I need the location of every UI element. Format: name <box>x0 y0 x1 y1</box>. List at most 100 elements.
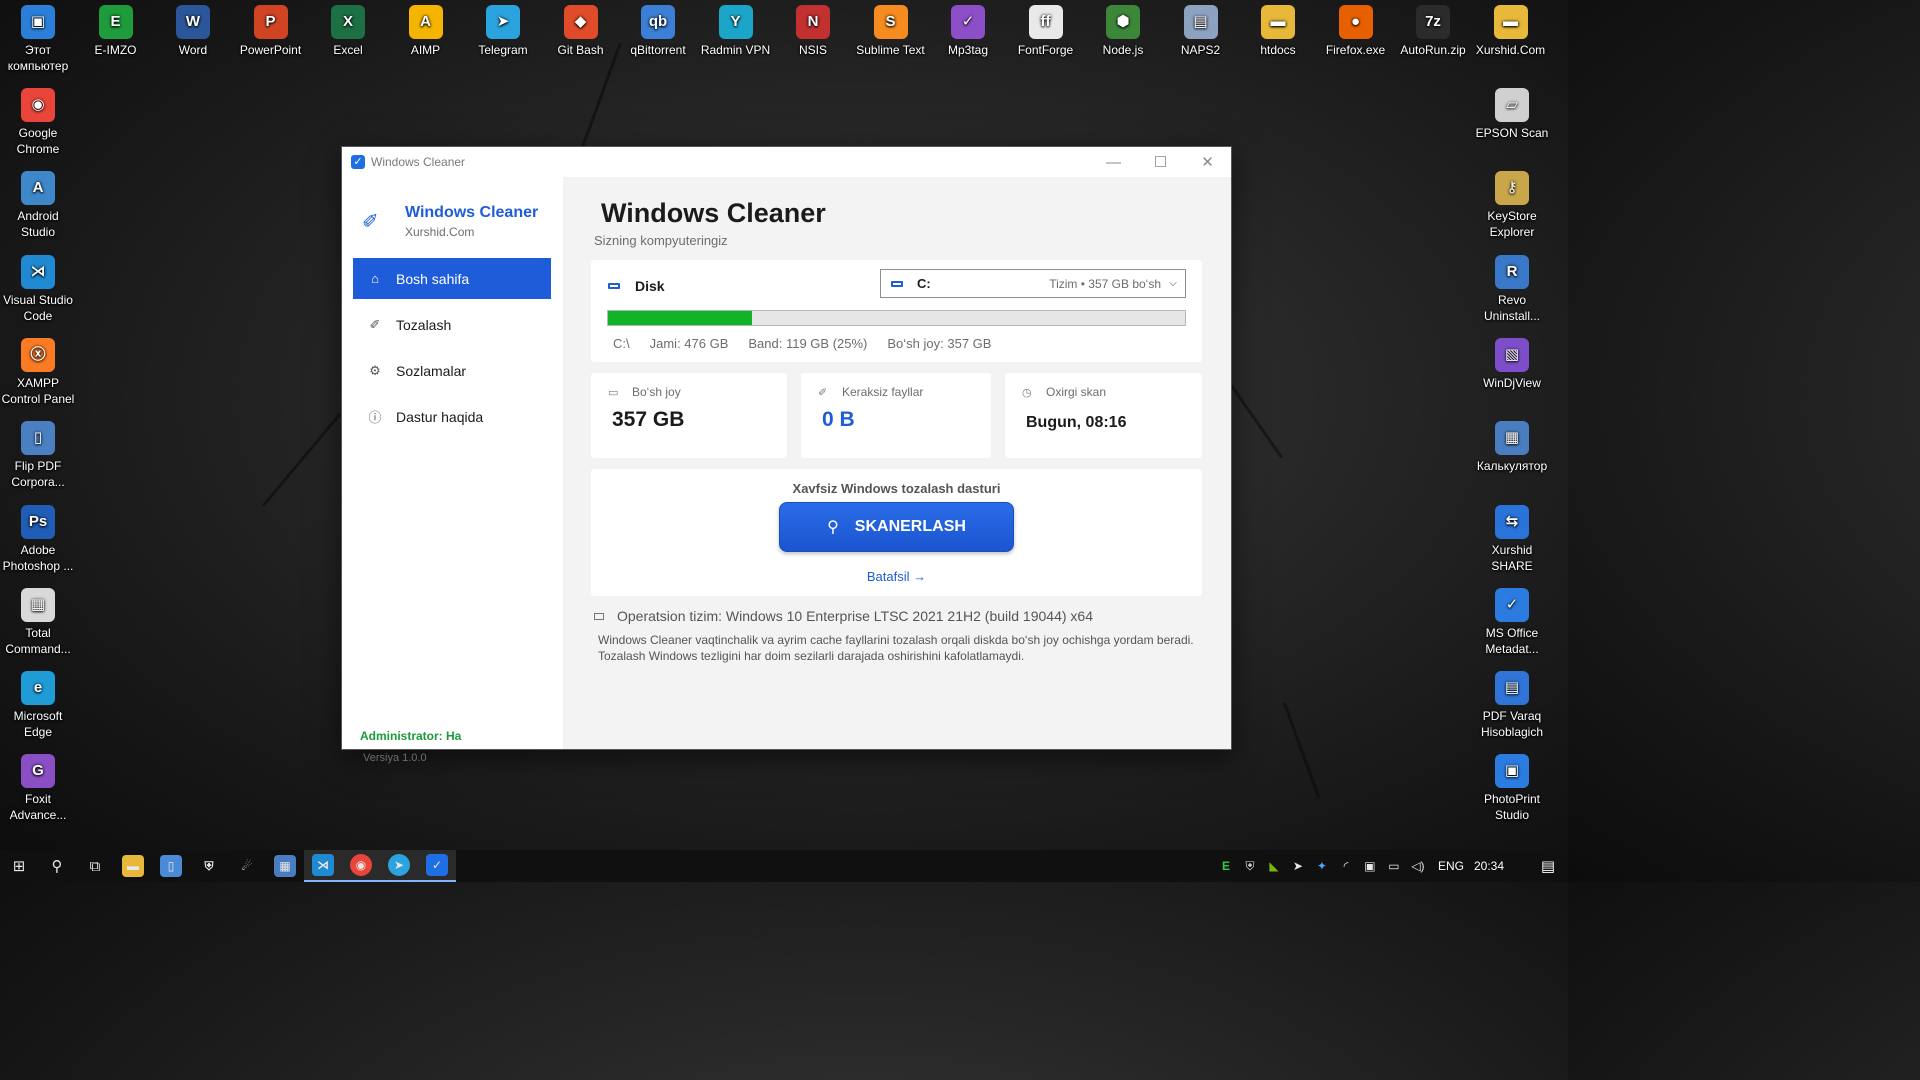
desktop-shortcut-label: Flip PDF Corpora... <box>11 459 65 490</box>
scan-caption: Xavfsiz Windows tozalash dasturi <box>792 481 1001 496</box>
desktop-shortcut[interactable]: ◆ Git Bash <box>543 5 619 58</box>
desktop-shortcut[interactable]: qb qBittorrent <box>620 5 696 58</box>
volume-icon[interactable]: ◁) <box>1406 859 1430 873</box>
nvidia-icon[interactable]: ◣ <box>1262 859 1286 873</box>
background-crack <box>261 413 342 507</box>
stat-value: 0 B <box>822 408 855 431</box>
desktop-shortcut[interactable]: X Excel <box>310 5 386 58</box>
taskbar-telegram[interactable]: ➤ <box>380 850 418 882</box>
shield-icon[interactable]: ⛨ <box>1238 859 1262 874</box>
7zip-icon: 7z <box>1416 5 1450 39</box>
sidebar-item-sozlamalar[interactable]: ⚙ Sozlamalar <box>353 350 551 391</box>
desktop-shortcut-label: Калькулятор <box>1476 459 1548 474</box>
search-button[interactable]: ⚲ <box>38 850 76 882</box>
total-commander-icon: ▦ <box>21 587 55 622</box>
more-details-link[interactable]: Batafsil → <box>591 569 1202 584</box>
background-crack <box>1282 702 1321 798</box>
clock[interactable]: 20:34 <box>1474 859 1504 873</box>
desktop-shortcut[interactable]: W Word <box>155 5 231 58</box>
desktop-shortcut[interactable]: ⇆ Xurshid SHARE <box>1474 504 1550 574</box>
desktop-shortcut[interactable]: ▤ PDF Varaq Hisoblagich <box>1474 671 1550 740</box>
sidebar-item-label: Sozlamalar <box>396 362 467 379</box>
sidebar-item-tozalash[interactable]: ✐ Tozalash <box>353 304 551 345</box>
sidebar-item-dastur-haqida[interactable]: ⓘ Dastur haqida <box>353 396 551 437</box>
desktop-shortcut[interactable]: N NSIS <box>775 5 851 58</box>
desktop-shortcut[interactable]: A AIMP <box>388 5 464 58</box>
aimp-icon: A <box>408 5 443 39</box>
eimzo-icon: E <box>98 5 133 39</box>
desktop-shortcut[interactable]: ✓ Mp3tag <box>930 5 1006 58</box>
stat-label-text: Bo‘sh joy <box>632 385 681 399</box>
taskbar-security[interactable]: ⛨ <box>190 850 228 882</box>
desktop-shortcut[interactable]: e Microsoft Edge <box>0 671 76 740</box>
sidebar-item-label: Bosh sahifa <box>396 270 470 287</box>
pdf-counter-icon: ▤ <box>1495 671 1529 706</box>
desktop-shortcut[interactable]: ff FontForge <box>1008 5 1084 58</box>
epson-scan-icon: ▱ <box>1495 88 1529 122</box>
app-icon: ▯ <box>160 855 182 877</box>
desktop-shortcut[interactable]: ⋊ Visual Studio Code <box>0 254 76 324</box>
desktop-shortcut[interactable]: R Revo Uninstall... <box>1474 254 1550 324</box>
scan-button[interactable]: ⚲ SKANERLASH <box>779 502 1014 552</box>
maximize-button[interactable]: ☐ <box>1137 147 1184 177</box>
disk-total: Jami: 476 GB <box>649 336 729 351</box>
desktop-shortcut[interactable]: ▤ NAPS2 <box>1163 5 1239 58</box>
language-indicator[interactable]: ENG <box>1438 859 1464 873</box>
desktop-shortcut[interactable]: ● Firefox.exe <box>1318 5 1394 58</box>
desktop-shortcut[interactable]: ▱ EPSON Scan <box>1474 88 1550 141</box>
chrome-icon: ◉ <box>21 88 55 122</box>
desktop-shortcut[interactable]: ▣ Этот компьютер <box>0 5 76 74</box>
network-icon[interactable]: ▣ <box>1358 859 1382 873</box>
minimize-button[interactable]: — <box>1090 147 1137 177</box>
desktop-shortcut[interactable]: S Sublime Text <box>853 5 929 58</box>
sidebar-item-bosh-sahifa[interactable]: ⌂ Bosh sahifa <box>353 258 551 299</box>
desktop-shortcut[interactable]: ▣ PhotoPrint Studio <box>1474 754 1550 823</box>
desktop-shortcut[interactable]: Ps Adobe Photoshop ... <box>0 504 76 574</box>
battery-icon[interactable]: ▭ <box>1382 859 1406 873</box>
drive-select[interactable]: C: Tizim • 357 GB bo‘sh ⌵ <box>880 269 1186 298</box>
desktop-shortcut[interactable]: Y Radmin VPN <box>698 5 774 58</box>
taskbar-app[interactable]: ☄ <box>228 850 266 882</box>
chevron-down-icon: ⌵ <box>1169 278 1177 289</box>
taskbar-file-explorer[interactable]: ▬ <box>114 850 152 882</box>
desktop-shortcut[interactable]: ▯ Flip PDF Corpora... <box>0 421 76 490</box>
telegram-icon: ➤ <box>388 854 410 876</box>
desktop-shortcut[interactable]: ➤ Telegram <box>465 5 541 58</box>
taskbar-vscode[interactable]: ⋊ <box>304 850 342 882</box>
window-controls: — ☐ ✕ <box>1090 147 1231 177</box>
wifi-icon[interactable]: ◜ <box>1334 859 1358 873</box>
nodejs-icon: ⬢ <box>1106 5 1140 39</box>
desktop-shortcut[interactable]: ▬ Xurshid.Com <box>1473 5 1549 58</box>
broom-icon: ✐ <box>818 386 828 399</box>
notification-icon[interactable]: ▤ <box>1528 857 1568 875</box>
task-view-button[interactable]: ⧉ <box>76 850 114 882</box>
desktop-shortcut[interactable]: P PowerPoint <box>233 5 309 58</box>
close-button[interactable]: ✕ <box>1184 147 1231 177</box>
os-info: Operatsion tizim: Windows 10 Enterprise … <box>594 608 1093 624</box>
taskbar-app[interactable]: ▯ <box>152 850 190 882</box>
eimzo-icon[interactable]: E <box>1214 859 1238 873</box>
desktop-shortcut-label: Word <box>178 43 208 57</box>
brand-subtitle: Xurshid.Com <box>405 225 475 239</box>
desktop-shortcut[interactable]: ▦ Total Command... <box>0 587 76 657</box>
radmin-icon[interactable]: ✦ <box>1310 859 1334 873</box>
desktop-shortcut[interactable]: ▬ htdocs <box>1240 5 1316 58</box>
telegram-icon[interactable]: ➤ <box>1286 859 1310 873</box>
desktop-shortcut[interactable]: ▦ Калькулятор <box>1474 421 1550 474</box>
desktop-shortcut[interactable]: ◉ Google Chrome <box>0 88 76 157</box>
desktop-shortcut[interactable]: ✓ MS Office Metadat... <box>1474 587 1550 657</box>
desktop-shortcut[interactable]: E E-IMZO <box>78 5 154 58</box>
title-bar[interactable]: ✓ Windows Cleaner — ☐ ✕ <box>342 147 1231 177</box>
start-button[interactable]: ⊞ <box>0 850 38 882</box>
desktop-shortcut[interactable]: ▧ WinDjView <box>1474 337 1550 391</box>
desktop-shortcut[interactable]: ⬢ Node.js <box>1085 5 1161 58</box>
drive-icon: ▭ <box>608 386 619 399</box>
taskbar-chrome[interactable]: ◉ <box>342 850 380 882</box>
taskbar-windows-cleaner[interactable]: ✓ <box>418 850 456 882</box>
taskbar-calculator[interactable]: ▦ <box>266 850 304 882</box>
desktop-shortcut[interactable]: ⚷ KeyStore Explorer <box>1474 171 1550 240</box>
desktop-shortcut[interactable]: ⓧ XAMPP Control Panel <box>0 337 76 407</box>
desktop-shortcut[interactable]: 7z AutoRun.zip <box>1395 5 1471 58</box>
desktop-shortcut[interactable]: A Android Studio <box>0 171 76 240</box>
desktop-shortcut[interactable]: G Foxit Advance... <box>0 754 76 823</box>
